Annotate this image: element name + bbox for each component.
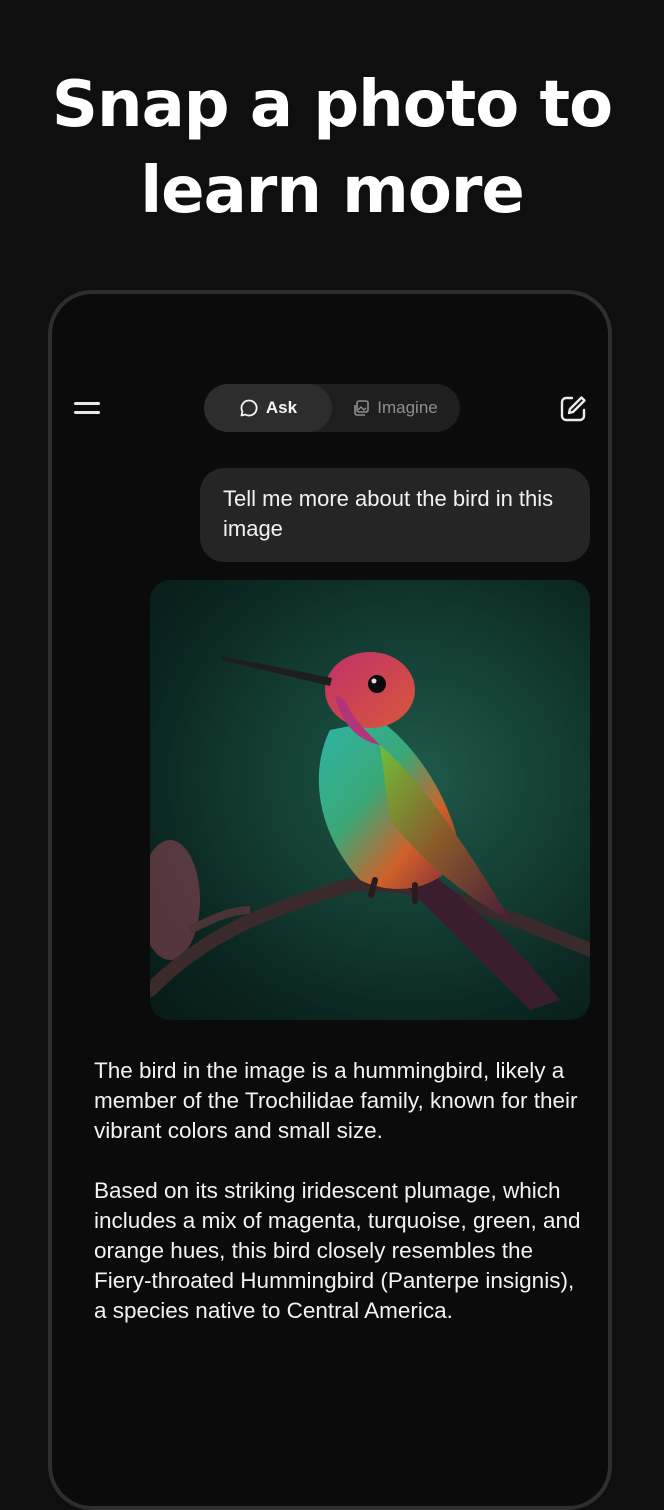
answer-paragraph: Based on its striking iridescent plumage… [94, 1178, 581, 1323]
tab-ask[interactable]: Ask [204, 384, 332, 432]
top-bar: Ask Imagine [52, 384, 608, 434]
answer-paragraph: The bird in the image is a hummingbird, … [94, 1058, 578, 1143]
assistant-answer: The bird in the image is a hummingbird, … [94, 1056, 584, 1356]
hummingbird-photo[interactable] [150, 580, 590, 1020]
tab-imagine-label: Imagine [377, 398, 438, 417]
tab-imagine[interactable]: Imagine [330, 384, 460, 432]
chat-bubble-icon [239, 398, 259, 418]
headline-line-1: Snap a photo to [51, 68, 613, 142]
new-chat-edit-icon[interactable] [558, 394, 588, 424]
image-stack-icon [352, 399, 370, 417]
mode-toggle: Ask Imagine [204, 384, 460, 432]
headline-line-2: learn more [140, 154, 525, 228]
phone-frame: Ask Imagine Tell me more about the bird … [48, 290, 612, 1510]
tab-ask-label: Ask [265, 398, 298, 417]
user-message-bubble: Tell me more about the bird in this imag… [200, 468, 590, 562]
headline: Snap a photo to learn more [0, 62, 664, 234]
hamburger-icon[interactable] [72, 396, 102, 422]
